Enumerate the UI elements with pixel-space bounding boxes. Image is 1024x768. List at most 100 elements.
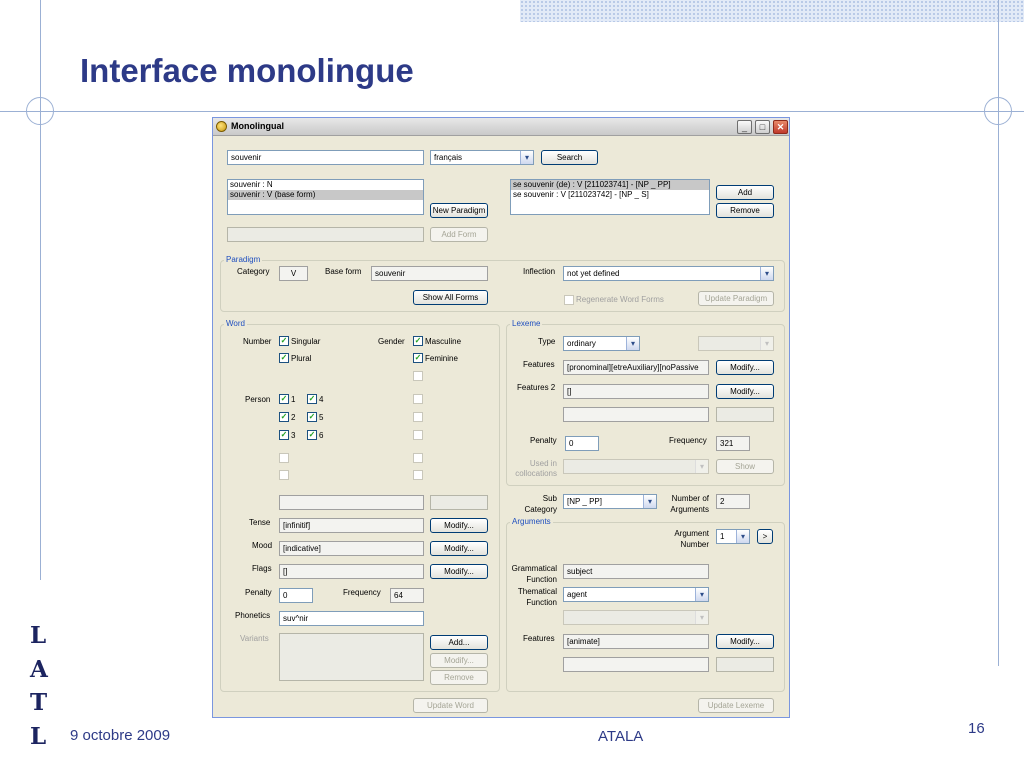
next-argument-button[interactable]: > (757, 529, 773, 544)
penalty-field[interactable]: 0 (279, 588, 313, 603)
lexeme-remove-button[interactable]: Remove (716, 203, 774, 218)
person-2-checkbox[interactable]: ✓ (279, 412, 289, 422)
flags-modify-button[interactable]: Modify... (430, 564, 488, 579)
list-item[interactable]: se souvenir (de) : V [211023741] - [NP _… (511, 180, 709, 190)
tense-field: [infinitif] (279, 518, 424, 533)
phonetics-field[interactable]: suv^nir (279, 611, 424, 626)
extra-checkbox[interactable] (413, 394, 423, 404)
base-form-label: Base form (325, 267, 362, 276)
extra-checkbox[interactable] (413, 412, 423, 422)
arguments-group-title: Arguments (510, 517, 553, 527)
arg-number-value: 1 (720, 532, 725, 541)
them-func-label-line1: Thematical (517, 587, 557, 596)
plural-checkbox[interactable]: ✓ (279, 353, 289, 363)
tense-modify-button[interactable]: Modify... (430, 518, 488, 533)
chevron-down-icon: ▾ (520, 151, 533, 164)
collocations-label-line2: collocations (515, 469, 557, 478)
arg-number-select[interactable]: 1 ▾ (716, 529, 750, 544)
minimize-button[interactable]: _ (737, 120, 752, 134)
title-bar[interactable]: Monolingual _ □ ✕ (213, 118, 789, 136)
lexeme-group-title: Lexeme (510, 319, 543, 329)
chevron-down-icon: ▾ (695, 460, 708, 473)
lexeme-frequency-field: 321 (716, 436, 750, 451)
footer-date: 9 octobre 2009 (70, 727, 171, 744)
corner-dots-pattern (520, 0, 1024, 22)
arg-features-modify-button[interactable]: Modify... (716, 634, 774, 649)
variants-list[interactable] (279, 633, 424, 681)
flags-field: [] (279, 564, 424, 579)
chevron-down-icon: ▾ (760, 267, 773, 280)
person-5-checkbox[interactable]: ✓ (307, 412, 317, 422)
words-list[interactable]: souvenir : N souvenir : V (base form) (227, 179, 424, 215)
gender-checkbox-empty[interactable] (413, 371, 423, 381)
list-item[interactable]: se souvenir : V [211023742] - [NP _ S] (511, 190, 709, 200)
update-paradigm-button[interactable]: Update Paradigm (698, 291, 774, 306)
footer-org: ATALA (598, 728, 644, 745)
search-button[interactable]: Search (541, 150, 598, 165)
them-func-select[interactable]: agent ▾ (563, 587, 709, 602)
collocations-select[interactable]: ▾ (563, 459, 709, 474)
person-1-label: 1 (291, 395, 296, 404)
subcat-label-line2: Category (524, 505, 557, 514)
arguments-extra-select[interactable]: ▾ (563, 610, 709, 625)
maximize-button[interactable]: □ (755, 120, 770, 134)
close-button[interactable]: ✕ (773, 120, 788, 134)
category-label: Category (237, 267, 270, 276)
them-func-value: agent (567, 590, 588, 599)
mood-modify-button[interactable]: Modify... (430, 541, 488, 556)
arg-extra-field-2 (716, 657, 774, 672)
regenerate-checkbox[interactable] (564, 295, 574, 305)
person-1-checkbox[interactable]: ✓ (279, 394, 289, 404)
arg-features-field: [animate] (563, 634, 709, 649)
num-args-field: 2 (716, 494, 750, 509)
chevron-down-icon: ▾ (695, 611, 708, 624)
feminine-checkbox[interactable]: ✓ (413, 353, 423, 363)
new-paradigm-button[interactable]: New Paradigm (430, 203, 488, 218)
variant-modify-button[interactable]: Modify... (430, 653, 488, 668)
language-value: français (434, 153, 463, 162)
plural-label: Plural (291, 354, 312, 363)
feminine-label: Feminine (425, 354, 458, 363)
extra-checkbox[interactable] (413, 430, 423, 440)
lexeme-add-button[interactable]: Add (716, 185, 774, 200)
features2-field: [] (563, 384, 709, 399)
tense-label: Tense (249, 518, 271, 527)
mood-label: Mood (252, 541, 273, 550)
variant-add-button[interactable]: Add... (430, 635, 488, 650)
inflection-select[interactable]: not yet defined ▾ (563, 266, 774, 281)
person-6-checkbox[interactable]: ✓ (307, 430, 317, 440)
list-item[interactable]: souvenir : N (228, 180, 423, 190)
person-6-label: 6 (319, 431, 324, 440)
extra-checkbox[interactable] (413, 453, 423, 463)
monolingual-window: Monolingual _ □ ✕ souvenir français ▾ Se… (212, 117, 790, 718)
add-form-button[interactable]: Add Form (430, 227, 488, 242)
features2-modify-button[interactable]: Modify... (716, 384, 774, 399)
variant-remove-button[interactable]: Remove (430, 670, 488, 685)
gender-label: Gender (378, 337, 405, 346)
extra-checkbox[interactable] (279, 453, 289, 463)
person-4-checkbox[interactable]: ✓ (307, 394, 317, 404)
show-all-forms-button[interactable]: Show All Forms (413, 290, 488, 305)
subcat-select[interactable]: [NP _ PP] ▾ (563, 494, 657, 509)
update-lexeme-button[interactable]: Update Lexeme (698, 698, 774, 713)
list-item[interactable]: souvenir : V (base form) (228, 190, 423, 200)
masculine-checkbox[interactable]: ✓ (413, 336, 423, 346)
features-modify-button[interactable]: Modify... (716, 360, 774, 375)
extra-checkbox[interactable] (413, 470, 423, 480)
search-input[interactable]: souvenir (227, 150, 424, 165)
base-form-field: souvenir (371, 266, 488, 281)
lexeme-penalty-field[interactable]: 0 (565, 436, 599, 451)
type-secondary-select[interactable]: ▾ (698, 336, 774, 351)
person-3-checkbox[interactable]: ✓ (279, 430, 289, 440)
singular-checkbox[interactable]: ✓ (279, 336, 289, 346)
lexemes-list[interactable]: se souvenir (de) : V [211023741] - [NP _… (510, 179, 710, 215)
gram-func-label-line2: Function (526, 575, 557, 584)
update-word-button[interactable]: Update Word (413, 698, 488, 713)
type-select[interactable]: ordinary ▾ (563, 336, 640, 351)
frequency-field: 64 (390, 588, 424, 603)
language-select[interactable]: français ▾ (430, 150, 534, 165)
collocations-show-button[interactable]: Show (716, 459, 774, 474)
singular-label: Singular (291, 337, 321, 346)
extra-checkbox[interactable] (279, 470, 289, 480)
masculine-label: Masculine (425, 337, 462, 346)
